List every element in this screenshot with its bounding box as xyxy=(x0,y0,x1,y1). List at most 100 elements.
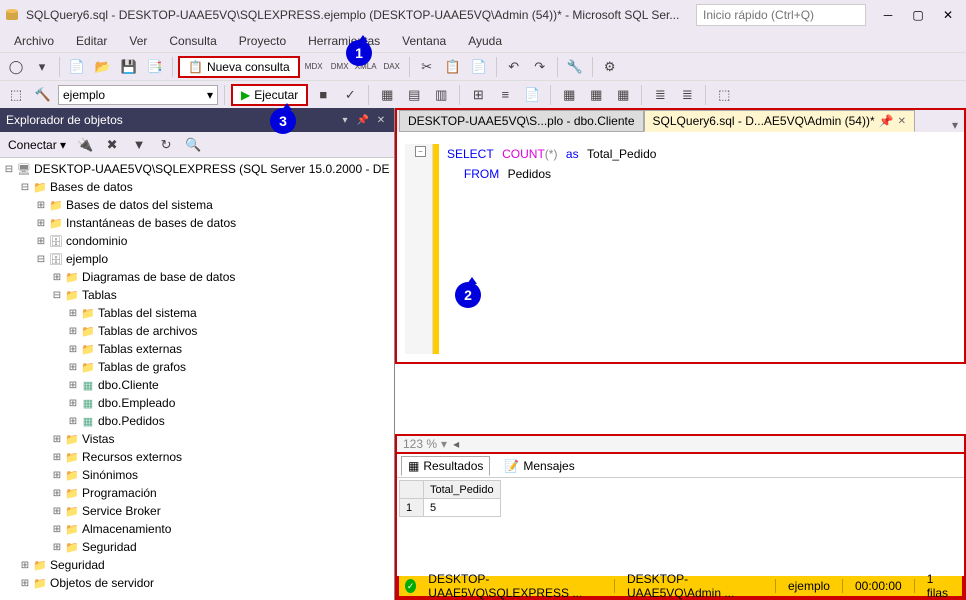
tree-programming-node[interactable]: ⊞📁Programación xyxy=(2,484,392,502)
tree-dbo-cliente-node[interactable]: ⊞▦dbo.Cliente xyxy=(2,376,392,394)
mdx-button[interactable]: MDX xyxy=(302,55,326,79)
code-content[interactable]: SELECT COUNT(*) as Total_Pedido FROM Ped… xyxy=(439,144,656,354)
close-button[interactable]: ✕ xyxy=(934,4,962,26)
copy-button[interactable]: 📋 xyxy=(441,55,465,79)
outdent-button[interactable]: ≣ xyxy=(648,83,672,107)
display-plan-button[interactable]: ▦ xyxy=(375,83,399,107)
result-tab-resultados[interactable]: ▦ Resultados xyxy=(401,456,490,476)
tree-tables-node[interactable]: ⊟📁Tablas xyxy=(2,286,392,304)
specify-values-button[interactable]: ≣ xyxy=(675,83,699,107)
tree-server-objects-node[interactable]: ⊞📁Objetos de servidor xyxy=(2,574,392,592)
panel-close-icon[interactable]: ✕ xyxy=(374,113,388,127)
cut-button[interactable]: ✂ xyxy=(415,55,439,79)
results-grid-button[interactable]: ⊞ xyxy=(466,83,490,107)
tree-ejemplo-node[interactable]: ⊟🗄ejemplo xyxy=(2,250,392,268)
maximize-button[interactable]: ▢ xyxy=(904,4,932,26)
tree-condominio-node[interactable]: ⊞🗄condominio xyxy=(2,232,392,250)
sql-editor[interactable]: − SELECT COUNT(*) as Total_Pedido FROM P… xyxy=(395,132,966,364)
chevron-down-icon: ▾ xyxy=(207,88,213,102)
tree-system-db-node[interactable]: ⊞📁Bases de datos del sistema xyxy=(2,196,392,214)
tree-file-tables-node[interactable]: ⊞📁Tablas de archivos xyxy=(2,322,392,340)
tree-databases-node[interactable]: ⊟📁Bases de datos xyxy=(2,178,392,196)
panel-pin-icon[interactable]: 📌 xyxy=(356,113,370,127)
minimize-button[interactable]: ─ xyxy=(874,4,902,26)
results-text-button[interactable]: ≡ xyxy=(493,83,517,107)
uncomment-button[interactable]: ▦ xyxy=(584,83,608,107)
menu-ayuda[interactable]: Ayuda xyxy=(458,32,512,50)
editor-gutter xyxy=(405,144,433,354)
grid-column-header[interactable]: Total_Pedido xyxy=(424,481,501,499)
menu-archivo[interactable]: Archivo xyxy=(4,32,64,50)
refresh-button[interactable]: ↻ xyxy=(154,133,178,157)
indent-button[interactable]: ▦ xyxy=(611,83,635,107)
query-options-button[interactable]: ▥ xyxy=(429,83,453,107)
tree-storage-node[interactable]: ⊞📁Almacenamiento xyxy=(2,520,392,538)
pin-icon[interactable]: 📌 xyxy=(879,114,894,128)
tree-external-tables-node[interactable]: ⊞📁Tablas externas xyxy=(2,340,392,358)
tab-dbo-cliente[interactable]: DESKTOP-UAAE5VQ\S...plo - dbo.Cliente xyxy=(399,110,644,132)
tree-dbo-empleado-node[interactable]: ⊞▦dbo.Empleado xyxy=(2,394,392,412)
save-button[interactable]: 💾 xyxy=(117,55,141,79)
conectar-dropdown[interactable]: Conectar ▾ xyxy=(4,138,70,152)
filter-button[interactable]: ▼ xyxy=(127,133,151,157)
dax-button[interactable]: DAX xyxy=(380,55,404,79)
menu-ventana[interactable]: Ventana xyxy=(392,32,456,50)
status-user: DESKTOP-UAAE5VQ\Admin ... xyxy=(623,572,767,600)
new-query-icon: 📋 xyxy=(188,60,203,74)
properties-button[interactable]: 🔧 xyxy=(563,55,587,79)
database-combo[interactable]: ejemplo ▾ xyxy=(58,85,218,105)
comment-button[interactable]: ▦ xyxy=(557,83,581,107)
tree-external-resources-node[interactable]: ⊞📁Recursos externos xyxy=(2,448,392,466)
table-row[interactable]: 1 5 xyxy=(400,499,501,517)
results-file-button[interactable]: 📄 xyxy=(520,83,544,107)
save-all-button[interactable]: 📑 xyxy=(143,55,167,79)
tree-security-node[interactable]: ⊞📁Seguridad xyxy=(2,538,392,556)
search-button[interactable]: 🔍 xyxy=(181,133,205,157)
paste-button[interactable]: 📄 xyxy=(467,55,491,79)
tree-service-broker-node[interactable]: ⊞📁Service Broker xyxy=(2,502,392,520)
stop-button[interactable]: ■ xyxy=(311,83,335,107)
ejecutar-button[interactable]: ▶ Ejecutar xyxy=(231,84,308,106)
tree-views-node[interactable]: ⊞📁Vistas xyxy=(2,430,392,448)
tree-system-tables-node[interactable]: ⊞📁Tablas del sistema xyxy=(2,304,392,322)
tree-security2-node[interactable]: ⊞📁Seguridad xyxy=(2,556,392,574)
check-button[interactable]: ✓ xyxy=(338,83,362,107)
tool-btn-1[interactable]: ⬚ xyxy=(4,83,28,107)
object-tree[interactable]: ⊟🖥DESKTOP-UAAE5VQ\SQLEXPRESS (SQL Server… xyxy=(0,158,394,600)
menu-proyecto[interactable]: Proyecto xyxy=(229,32,296,50)
toggle-button[interactable]: ⬚ xyxy=(712,83,736,107)
tab-sqlquery6[interactable]: SQLQuery6.sql - D...AE5VQ\Admin (54))* 📌… xyxy=(644,110,915,132)
tree-graph-tables-node[interactable]: ⊞📁Tablas de grafos xyxy=(2,358,392,376)
tabs-dropdown-icon[interactable]: ▾ xyxy=(946,118,964,132)
tree-dbo-pedidos-node[interactable]: ⊞▦dbo.Pedidos xyxy=(2,412,392,430)
back-button[interactable]: ◯ xyxy=(4,55,28,79)
forward-button[interactable]: ▾ xyxy=(30,55,54,79)
quick-launch-input[interactable] xyxy=(696,4,866,26)
results-grid[interactable]: Total_Pedido 1 5 xyxy=(397,478,964,519)
nueva-consulta-button[interactable]: 📋 Nueva consulta xyxy=(178,56,300,78)
cell-value[interactable]: 5 xyxy=(424,499,501,517)
menu-editar[interactable]: Editar xyxy=(66,32,117,50)
menu-herramientas[interactable]: Herramientas xyxy=(298,32,390,50)
redo-button[interactable]: ↷ xyxy=(528,55,552,79)
disconnect-button[interactable]: ✖ xyxy=(100,133,124,157)
tree-diagrams-node[interactable]: ⊞📁Diagramas de base de datos xyxy=(2,268,392,286)
tree-synonyms-node[interactable]: ⊞📁Sinónimos xyxy=(2,466,392,484)
settings-button[interactable]: ⚙ xyxy=(598,55,622,79)
undo-button[interactable]: ↶ xyxy=(502,55,526,79)
tree-server-node[interactable]: ⊟🖥DESKTOP-UAAE5VQ\SQLEXPRESS (SQL Server… xyxy=(2,160,392,178)
chevron-down-icon[interactable]: ▾ xyxy=(441,437,447,451)
zoom-level[interactable]: 123 % xyxy=(403,437,437,451)
menu-consulta[interactable]: Consulta xyxy=(159,32,226,50)
collapse-toggle[interactable]: − xyxy=(415,146,426,157)
menu-ver[interactable]: Ver xyxy=(119,32,157,50)
tool-btn-2[interactable]: 🔨 xyxy=(31,83,55,107)
open-button[interactable]: 📂 xyxy=(91,55,115,79)
close-icon[interactable]: ✕ xyxy=(898,116,906,127)
tree-snapshots-node[interactable]: ⊞📁Instantáneas de bases de datos xyxy=(2,214,392,232)
panel-dropdown-icon[interactable]: ▾ xyxy=(338,113,352,127)
connect-button[interactable]: 🔌 xyxy=(73,133,97,157)
include-plan-button[interactable]: ▤ xyxy=(402,83,426,107)
result-tab-mensajes[interactable]: 📝 Mensajes xyxy=(498,457,580,475)
new-button[interactable]: 📄 xyxy=(65,55,89,79)
